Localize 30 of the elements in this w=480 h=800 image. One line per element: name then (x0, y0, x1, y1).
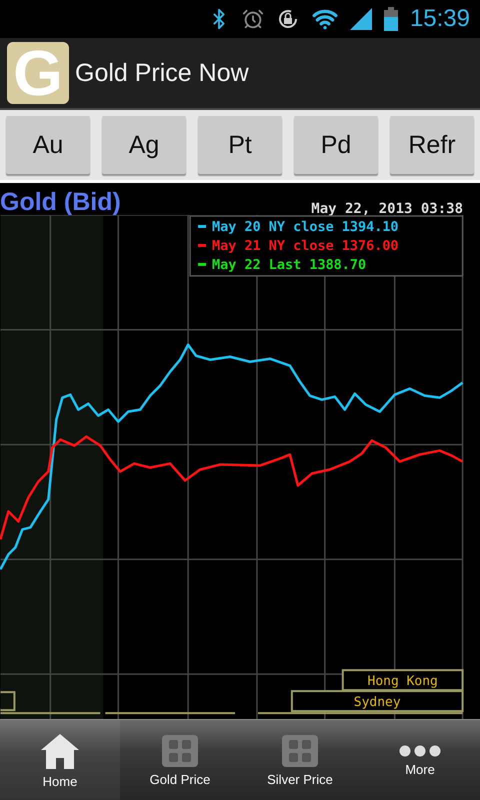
grid-icon (161, 734, 199, 768)
more-icon (399, 744, 441, 758)
chart-title: Gold (Bid) (0, 190, 121, 215)
tab-label: Gold Price (150, 772, 210, 786)
metal-button[interactable]: Refr (390, 116, 474, 174)
tab-label: More (405, 762, 435, 776)
app-logo: G (7, 42, 69, 104)
battery-icon (384, 7, 398, 31)
nav-tab[interactable]: More (360, 720, 480, 800)
nav-tab[interactable]: Silver Price (240, 720, 360, 800)
grid-icon (281, 734, 319, 768)
tab-label: Silver Price (267, 772, 333, 786)
nav-tab[interactable]: Gold Price (120, 720, 240, 800)
tab-label: Home (42, 774, 78, 788)
home-icon (40, 732, 80, 770)
metal-button[interactable]: Au (6, 116, 90, 174)
metal-button[interactable]: Pd (294, 116, 378, 174)
session-label: Hong Kong (368, 674, 438, 690)
legend-label: May 20 NY close 1394.10 (212, 218, 399, 235)
alarm-icon (242, 8, 264, 30)
legend-label: May 21 NY close 1376.00 (212, 238, 399, 254)
signal-icon (350, 8, 372, 30)
metal-button[interactable]: Ag (102, 116, 186, 174)
session-label: Sydney (354, 695, 401, 710)
legend-label: May 22 Last 1388.70 (212, 256, 366, 273)
metal-button[interactable]: Pt (198, 116, 282, 174)
clock-time: 15:39 (410, 5, 470, 33)
app-title: Gold Price Now (75, 58, 249, 88)
nav-tab[interactable]: Home (0, 720, 120, 800)
chart-timestamp: May 22, 2013 03:38 (311, 200, 463, 217)
